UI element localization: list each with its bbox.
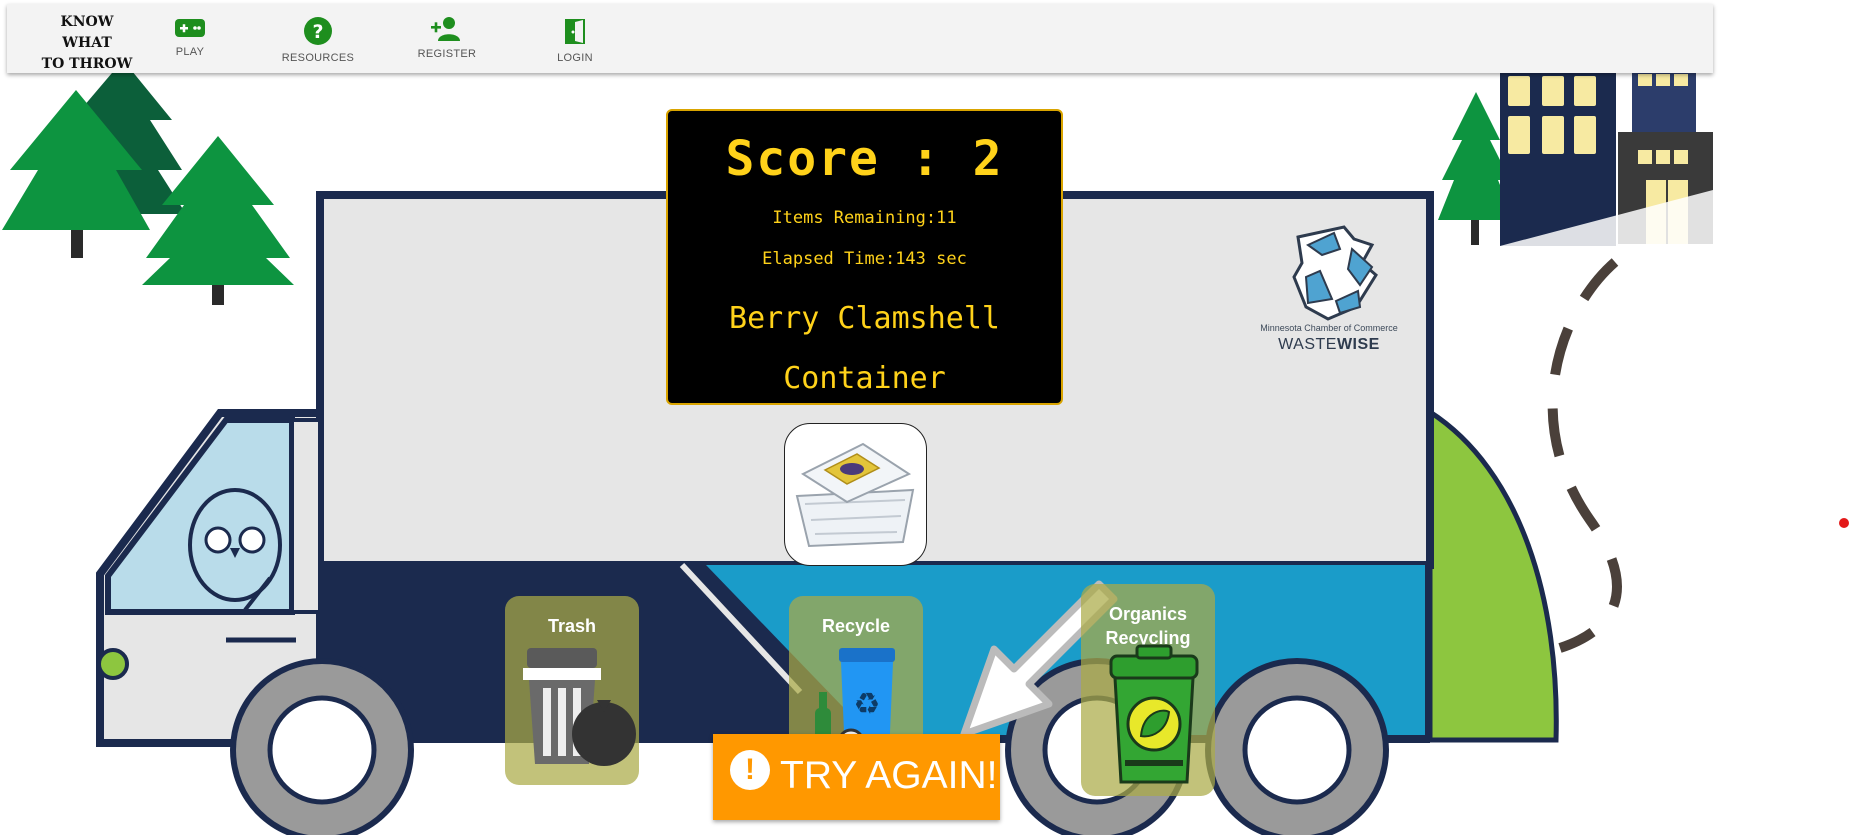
logo-wordmark: WASTEWISE xyxy=(1278,336,1380,353)
logo-subtitle: Minnesota Chamber of Commerce xyxy=(1260,323,1398,333)
city-buildings xyxy=(1500,72,1713,246)
pine-trees-left xyxy=(2,60,294,305)
gamepad-icon xyxy=(175,19,205,37)
score-display: Score : 2 xyxy=(725,131,1004,187)
organics-bin-icon xyxy=(1109,644,1199,784)
items-remaining: Items Remaining:11 xyxy=(772,208,957,228)
try-again-button[interactable]: ! TRY AGAIN! xyxy=(713,734,1000,820)
svg-text:♻: ♻ xyxy=(854,687,881,722)
nav-resources[interactable]: ? RESOURCES xyxy=(258,16,378,64)
alert-icon: ! xyxy=(730,750,770,790)
dashed-road xyxy=(1547,258,1622,653)
recycle-bin-icon: ♻ xyxy=(815,648,895,756)
scoreboard: Score : 2 Items Remaining:11 Elapsed Tim… xyxy=(666,109,1063,405)
help-circle-icon: ? xyxy=(304,17,332,45)
nav-play-label: PLAY xyxy=(175,46,205,58)
waste-wise-logo: Minnesota Chamber of Commerce WASTEWISE xyxy=(1248,215,1410,355)
nav-play[interactable]: PLAY xyxy=(130,16,250,58)
add-user-icon xyxy=(431,17,460,41)
bin-organics[interactable]: Organics Recycling xyxy=(1081,584,1215,796)
try-again-label: TRY AGAIN! xyxy=(780,754,998,797)
svg-text:?: ? xyxy=(312,21,323,43)
trash-can-icon xyxy=(523,648,636,766)
brand-logo[interactable]: KNOW WHAT TO THROW xyxy=(35,12,139,75)
bin-trash[interactable]: Trash xyxy=(505,596,639,785)
door-icon xyxy=(565,19,585,44)
red-dot xyxy=(1839,518,1849,528)
current-item-name: Berry Clamshell Container xyxy=(729,301,1000,396)
nav-register[interactable]: REGISTER xyxy=(387,16,507,60)
item-card[interactable] xyxy=(784,423,927,566)
elapsed-time: Elapsed Time:143 sec xyxy=(762,249,967,269)
nav-resources-label: RESOURCES xyxy=(281,52,355,64)
recycle-logo-icon xyxy=(1292,225,1378,321)
berry-clamshell-image xyxy=(795,442,915,548)
nav-login-label: LOGIN xyxy=(557,52,593,64)
nav-login[interactable]: LOGIN xyxy=(515,16,635,64)
bin-recycle[interactable]: Recycle ♻ xyxy=(789,596,923,756)
nav-register-label: REGISTER xyxy=(417,48,477,60)
top-nav-bar: KNOW WHAT TO THROW PLAY ? RESOURCES REGI… xyxy=(7,4,1713,73)
